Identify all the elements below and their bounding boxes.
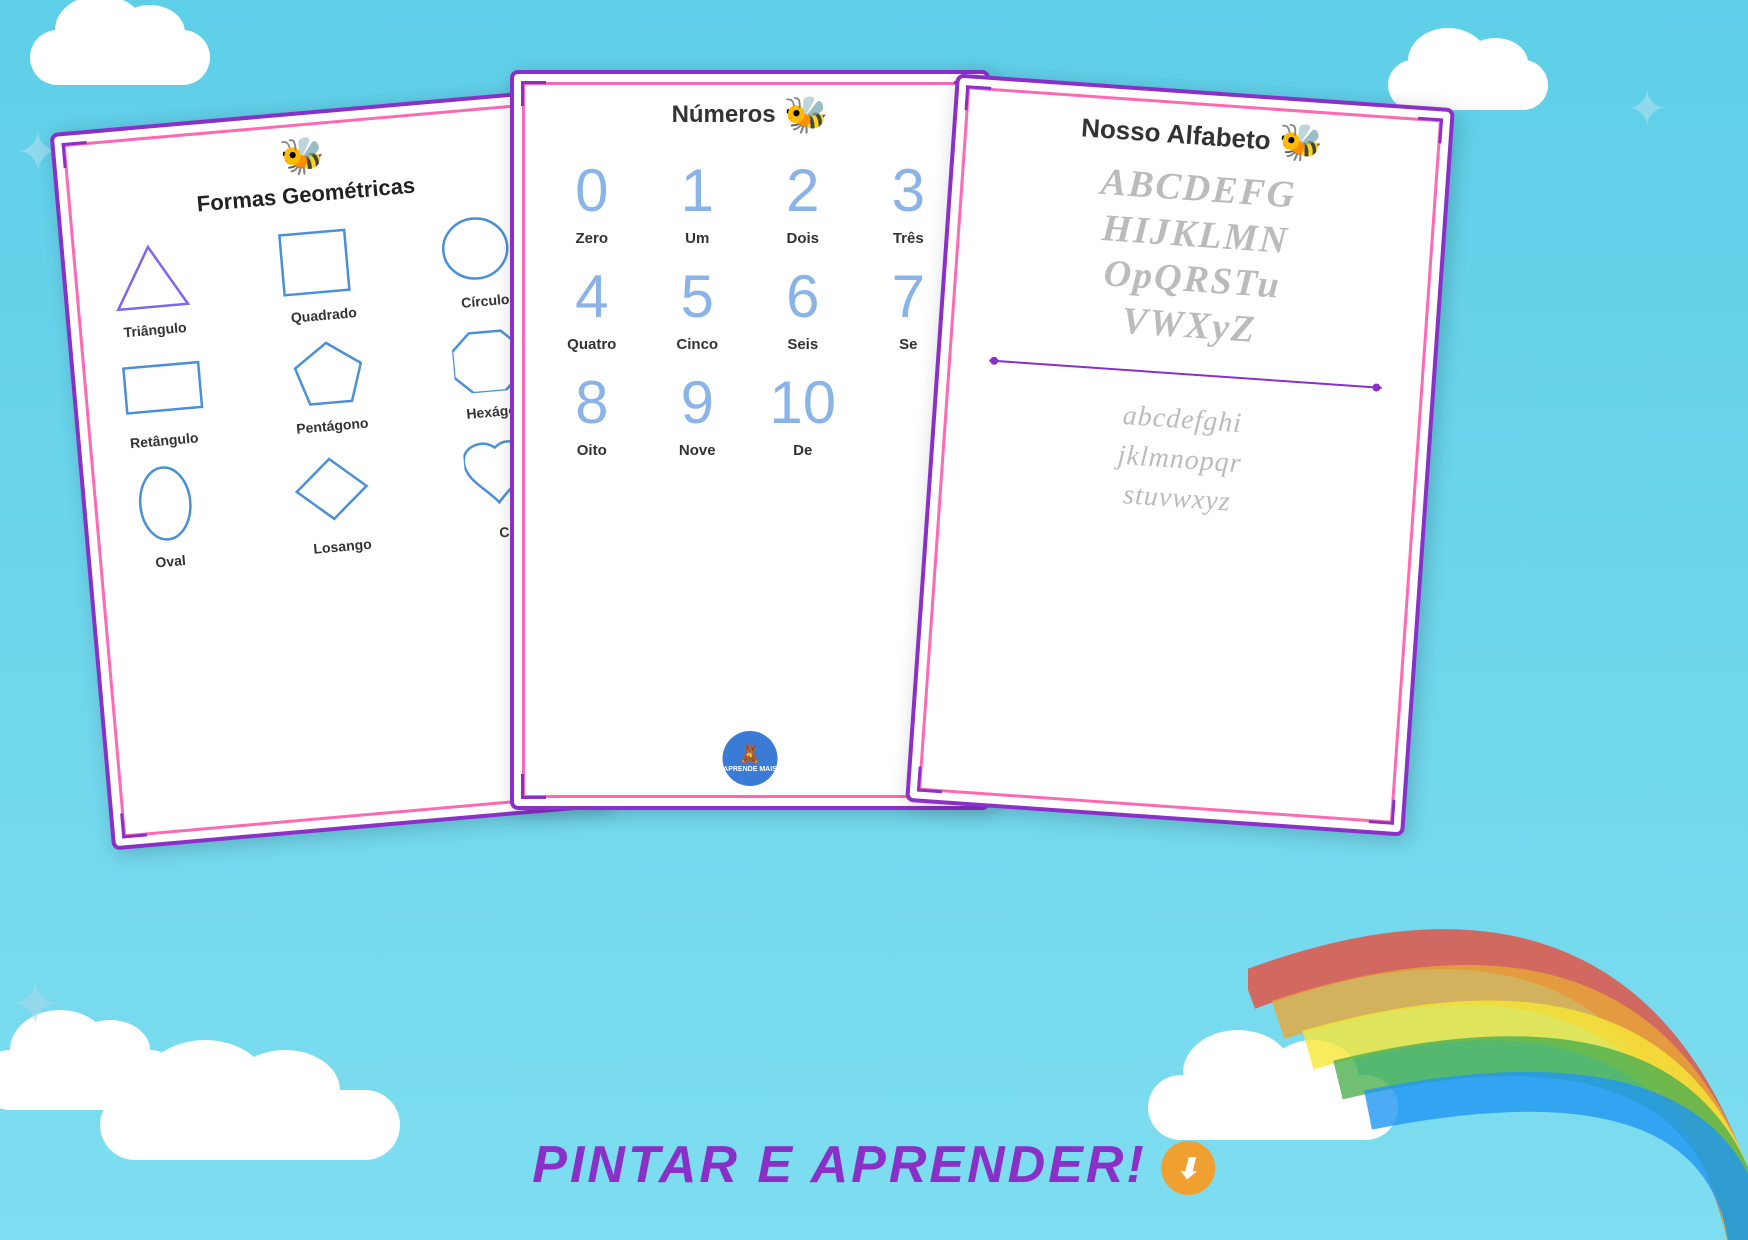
bracket-tl-3 [965, 85, 992, 112]
bracket-br-3 [1369, 798, 1396, 825]
bracket-tr-3 [1416, 117, 1443, 144]
bracket-bl-1 [120, 811, 147, 838]
page-3-inner [918, 86, 1442, 823]
pintar-aprender-text: PINTAR E APRENDER! [532, 1135, 1146, 1195]
logo-circle: 🧸 APRENDE MAIS [723, 731, 778, 786]
bracket-tl-1 [61, 141, 88, 168]
page-alfabeto: Nosso Alfabeto 🐝 ABCDEFG HIJKLMN OpQRSTu… [905, 73, 1455, 836]
logo-container: 🧸 APRENDE MAIS [723, 731, 778, 786]
bottom-text-container[interactable]: PINTAR E APRENDER! ⬇ [532, 1135, 1215, 1196]
bracket-bl-3 [917, 767, 944, 794]
bracket-bl-2 [521, 774, 546, 799]
cloud-2 [100, 1090, 400, 1160]
page-2-inner [522, 82, 978, 798]
download-button[interactable]: ⬇ [1162, 1135, 1216, 1196]
bracket-tl-2 [521, 81, 546, 106]
pages-container: 🐝 Formas Geométricas Triângulo Quadrado … [50, 50, 1698, 1090]
